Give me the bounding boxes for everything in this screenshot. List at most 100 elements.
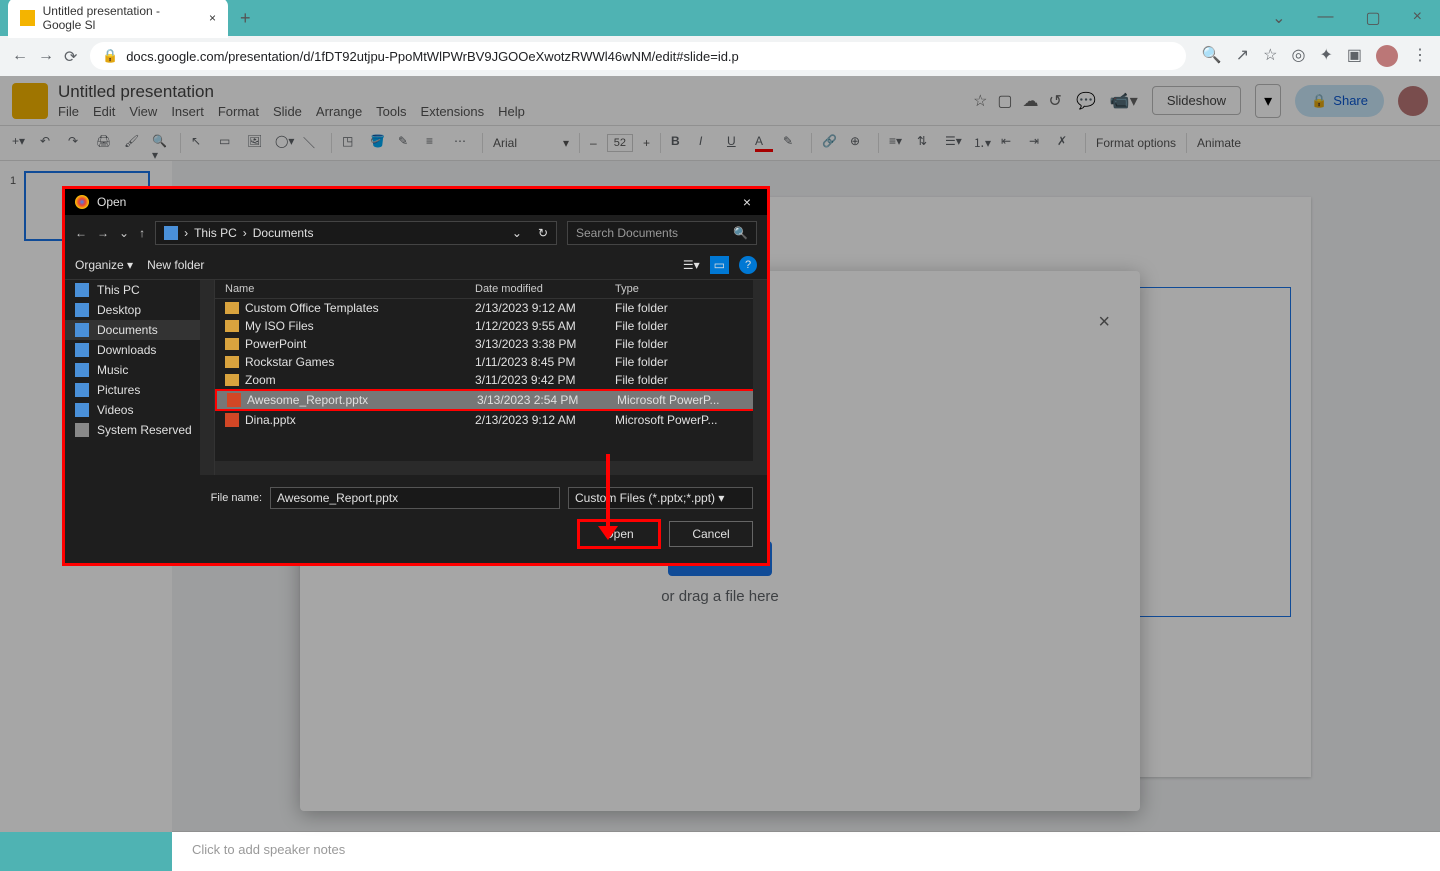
indent-inc-icon[interactable]: ⇥	[1029, 134, 1047, 152]
path-segment[interactable]: Documents	[253, 226, 314, 240]
zoom-icon[interactable]: 🔍	[1202, 45, 1222, 67]
bookmark-icon[interactable]: ☆	[1263, 45, 1277, 67]
file-row[interactable]: Rockstar Games1/11/2023 8:45 PMFile fold…	[215, 353, 767, 371]
dialog-search-input[interactable]: Search Documents 🔍	[567, 221, 757, 245]
nav-forward-icon[interactable]: →	[38, 47, 56, 65]
font-size-minus[interactable]: –	[590, 136, 597, 150]
slideshow-dropdown[interactable]: ▾	[1255, 84, 1281, 118]
menu-edit[interactable]: Edit	[93, 104, 115, 119]
dialog-up-icon[interactable]: ↑	[139, 226, 145, 240]
preview-icon[interactable]: ▭	[710, 256, 729, 274]
nav-back-icon[interactable]: ←	[12, 47, 30, 65]
border-icon[interactable]: ✎	[398, 134, 416, 152]
sidebar-item-downloads[interactable]: Downloads	[65, 340, 214, 360]
new-slide-icon[interactable]: +▾	[12, 134, 30, 152]
window-minimize-icon[interactable]: —	[1308, 4, 1344, 32]
share-url-icon[interactable]: ↗	[1236, 45, 1249, 67]
undo-icon[interactable]: ↶	[40, 134, 58, 152]
menu-file[interactable]: File	[58, 104, 79, 119]
url-input[interactable]: 🔒 docs.google.com/presentation/d/1fDT92u…	[90, 42, 1186, 70]
view-icon[interactable]: ☰▾	[683, 258, 700, 272]
new-folder-button[interactable]: New folder	[147, 258, 204, 272]
file-columns-header[interactable]: Name Date modified Type	[215, 280, 767, 299]
image-icon[interactable]: 🖼	[247, 134, 265, 152]
italic-icon[interactable]: I	[699, 134, 717, 152]
sidebar-item-videos[interactable]: Videos	[65, 400, 214, 420]
nav-reload-icon[interactable]: ⟳	[64, 47, 82, 65]
history-icon[interactable]: ↺	[1049, 91, 1062, 111]
textbox-icon[interactable]: ▭	[219, 134, 237, 152]
dialog-recent-icon[interactable]: ⌄	[119, 226, 129, 240]
file-row[interactable]: Zoom3/11/2023 9:42 PMFile folder	[215, 371, 767, 389]
path-refresh-icon[interactable]: ↻	[538, 226, 548, 240]
profile-avatar-icon[interactable]	[1376, 45, 1398, 67]
panel-icon[interactable]: ▣	[1347, 45, 1362, 67]
bold-icon[interactable]: B	[671, 134, 689, 152]
dialog-back-icon[interactable]: ←	[75, 226, 87, 240]
dialog-close-icon[interactable]: ×	[737, 194, 757, 210]
comments-icon[interactable]: 💬	[1076, 91, 1096, 111]
browser-menu-icon[interactable]: ⋮	[1412, 45, 1428, 67]
align-icon[interactable]: ≡▾	[889, 134, 907, 152]
underline-icon[interactable]: U	[727, 134, 745, 152]
browser-tab[interactable]: Untitled presentation - Google Sl ×	[8, 0, 228, 38]
clear-format-icon[interactable]: ✗	[1057, 134, 1075, 152]
sidebar-scrollbar[interactable]	[200, 280, 214, 475]
format-options-button[interactable]: Format options	[1096, 136, 1176, 150]
border-dash-icon[interactable]: ⋯	[454, 134, 472, 152]
star-icon[interactable]: ☆	[973, 91, 987, 111]
link-icon[interactable]: 🔗	[822, 134, 840, 152]
filename-input[interactable]	[270, 487, 560, 509]
slideshow-button[interactable]: Slideshow	[1152, 86, 1241, 115]
window-maximize-icon[interactable]: ▢	[1356, 4, 1391, 32]
font-size-input[interactable]: 52	[607, 134, 633, 152]
organize-button[interactable]: Organize ▾	[75, 258, 133, 272]
move-icon[interactable]: ▢	[997, 91, 1012, 111]
sidebar-item-pictures[interactable]: Pictures	[65, 380, 214, 400]
comment-icon[interactable]: ⊕	[850, 134, 868, 152]
cursor-icon[interactable]: ↖	[191, 134, 209, 152]
menu-help[interactable]: Help	[498, 104, 525, 119]
video-icon[interactable]: 📹▾	[1110, 91, 1138, 111]
file-filter-dropdown[interactable]: Custom Files (*.pptx;*.ppt) ▾	[568, 487, 753, 509]
paint-icon[interactable]: 🖌	[124, 134, 142, 152]
upload-close-icon[interactable]: ×	[1098, 311, 1110, 334]
line-icon[interactable]: ＼	[303, 134, 321, 152]
font-selector[interactable]: Arial	[493, 136, 553, 150]
extension-icon[interactable]: ◎	[1292, 45, 1306, 67]
document-title[interactable]: Untitled presentation	[58, 82, 955, 102]
speaker-notes[interactable]: Click to add speaker notes	[172, 831, 1440, 871]
font-size-plus[interactable]: +	[643, 136, 650, 150]
dialog-path-input[interactable]: › This PC › Documents ⌄ ↻	[155, 221, 557, 245]
tab-close-icon[interactable]: ×	[209, 11, 216, 25]
puzzle-icon[interactable]: ✦	[1319, 45, 1332, 67]
background-icon[interactable]: ◳	[342, 134, 360, 152]
line-spacing-icon[interactable]: ⇅	[917, 134, 935, 152]
new-tab-button[interactable]: +	[240, 8, 251, 29]
file-row[interactable]: PowerPoint3/13/2023 3:38 PMFile folder	[215, 335, 767, 353]
zoom-tool-icon[interactable]: 🔍▾	[152, 134, 170, 152]
file-row[interactable]: Dina.pptx2/13/2023 9:12 AMMicrosoft Powe…	[215, 411, 767, 429]
window-dropdown-icon[interactable]: ⌄	[1262, 4, 1295, 32]
indent-dec-icon[interactable]: ⇤	[1001, 134, 1019, 152]
sidebar-item-documents[interactable]: Documents	[65, 320, 214, 340]
files-scrollbar-h[interactable]	[215, 461, 753, 475]
menu-slide[interactable]: Slide	[273, 104, 302, 119]
fill-icon[interactable]: 🪣	[370, 134, 388, 152]
menu-arrange[interactable]: Arrange	[316, 104, 362, 119]
sidebar-item-desktop[interactable]: Desktop	[65, 300, 214, 320]
file-row[interactable]: My ISO Files1/12/2023 9:55 AMFile folder	[215, 317, 767, 335]
redo-icon[interactable]: ↷	[68, 134, 86, 152]
slides-logo-icon[interactable]	[12, 83, 48, 119]
menu-insert[interactable]: Insert	[171, 104, 204, 119]
files-scrollbar-v[interactable]	[753, 280, 767, 475]
help-icon[interactable]: ?	[739, 256, 757, 274]
text-color-icon[interactable]: A	[755, 134, 773, 152]
sidebar-item-music[interactable]: Music	[65, 360, 214, 380]
highlight-icon[interactable]: ✎	[783, 134, 801, 152]
print-icon[interactable]: 🖨	[96, 134, 114, 152]
user-avatar-icon[interactable]	[1398, 86, 1428, 116]
border-weight-icon[interactable]: ≡	[426, 134, 444, 152]
share-button[interactable]: 🔒 Share	[1295, 85, 1384, 117]
file-row[interactable]: Awesome_Report.pptx3/13/2023 2:54 PMMicr…	[215, 389, 767, 411]
